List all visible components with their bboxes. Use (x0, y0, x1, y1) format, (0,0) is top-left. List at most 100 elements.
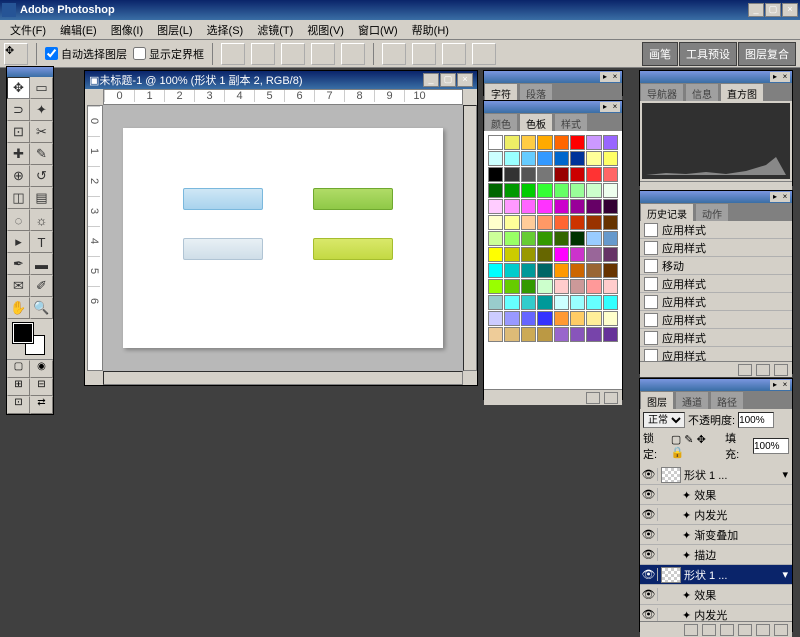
swatch[interactable] (504, 135, 519, 150)
history-item[interactable]: 应用样式 (640, 239, 792, 257)
maximize-button[interactable]: ▢ (765, 3, 781, 17)
swatch[interactable] (488, 215, 503, 230)
folder-icon[interactable] (720, 624, 734, 636)
swatch[interactable] (488, 183, 503, 198)
swatch[interactable] (554, 199, 569, 214)
panel-tab[interactable]: 信息 (685, 83, 719, 101)
move-tool-icon[interactable]: ✥ (4, 43, 28, 65)
quickmask-mode[interactable]: ◉ (30, 360, 53, 378)
swatch[interactable] (521, 215, 536, 230)
swatch[interactable] (586, 247, 601, 262)
panel-menu-icon[interactable]: ▸ (770, 72, 780, 82)
panel-tab[interactable]: 动作 (695, 203, 729, 221)
swatch[interactable] (570, 231, 585, 246)
swatch[interactable] (603, 279, 618, 294)
swatch[interactable] (554, 151, 569, 166)
swatch[interactable] (537, 295, 552, 310)
swatch[interactable] (603, 231, 618, 246)
screen-mode[interactable]: ⊞ (7, 378, 30, 396)
swatch[interactable] (570, 279, 585, 294)
adjust-icon[interactable] (738, 624, 752, 636)
trash-icon[interactable] (774, 364, 788, 376)
swatch[interactable] (504, 167, 519, 182)
swatch[interactable] (554, 327, 569, 342)
swatch[interactable] (554, 295, 569, 310)
screen-mode[interactable]: ⊟ (30, 378, 53, 396)
heal-tool[interactable]: ✚ (7, 143, 30, 165)
swatch[interactable] (603, 247, 618, 262)
opacity-input[interactable] (738, 412, 774, 428)
panel-tab[interactable]: 色板 (519, 113, 553, 131)
swatch[interactable] (537, 183, 552, 198)
swatch[interactable] (603, 151, 618, 166)
swatch[interactable] (554, 311, 569, 326)
swatch[interactable] (586, 327, 601, 342)
trash-icon[interactable] (774, 624, 788, 636)
swatch[interactable] (603, 135, 618, 150)
layer-effect[interactable]: 👁✦ 效果 (640, 585, 792, 605)
swatch[interactable] (537, 167, 552, 182)
history-item[interactable]: 应用样式 (640, 329, 792, 347)
type-tool[interactable]: T (30, 231, 53, 253)
panel-close-icon[interactable]: × (610, 72, 620, 82)
doc-min[interactable]: _ (423, 73, 439, 87)
swatch[interactable] (603, 199, 618, 214)
swatch[interactable] (504, 183, 519, 198)
layer-effect[interactable]: 👁✦ 渐变叠加 (640, 525, 792, 545)
swatch[interactable] (504, 295, 519, 310)
panel-tab[interactable]: 图层 (640, 391, 674, 409)
swatch[interactable] (570, 151, 585, 166)
doc-max[interactable]: ▢ (440, 73, 456, 87)
menu-item[interactable]: 窗口(W) (352, 20, 406, 40)
blend-mode-select[interactable]: 正常 (643, 412, 685, 428)
swatch[interactable] (586, 199, 601, 214)
swatch[interactable] (554, 215, 569, 230)
swatch[interactable] (488, 231, 503, 246)
history-item[interactable]: 应用样式 (640, 275, 792, 293)
pen-tool[interactable]: ✒ (7, 253, 30, 275)
swatch[interactable] (537, 247, 552, 262)
swatch[interactable] (570, 295, 585, 310)
menu-item[interactable]: 视图(V) (301, 20, 352, 40)
trash-icon[interactable] (604, 392, 618, 404)
swatch[interactable] (537, 215, 552, 230)
swatch[interactable] (603, 167, 618, 182)
menu-item[interactable]: 文件(F) (4, 20, 54, 40)
swatch[interactable] (554, 231, 569, 246)
history-item[interactable]: 移动 (640, 257, 792, 275)
swatch[interactable] (488, 311, 503, 326)
panel-close-icon[interactable]: × (780, 380, 790, 390)
mask-icon[interactable] (702, 624, 716, 636)
layer-effect[interactable]: 👁✦ 描边 (640, 545, 792, 565)
swatch[interactable] (521, 263, 536, 278)
swatch[interactable] (586, 263, 601, 278)
color-picker[interactable] (7, 319, 53, 359)
swatch[interactable] (537, 311, 552, 326)
fx-icon[interactable] (684, 624, 698, 636)
swatch[interactable] (586, 167, 601, 182)
gradient-tool[interactable]: ▤ (30, 187, 53, 209)
swatch[interactable] (537, 327, 552, 342)
swatch[interactable] (603, 183, 618, 198)
panel-tab[interactable]: 字符 (484, 83, 518, 101)
wand-tool[interactable]: ✦ (30, 99, 53, 121)
swatch[interactable] (603, 295, 618, 310)
panel-tab[interactable]: 颜色 (484, 113, 518, 131)
jump-button[interactable]: ⇄ (30, 396, 53, 414)
swatch[interactable] (537, 279, 552, 294)
panel-close-icon[interactable]: × (780, 72, 790, 82)
panel-tab[interactable]: 历史记录 (640, 203, 694, 221)
dodge-tool[interactable]: ☼ (30, 209, 53, 231)
swatch[interactable] (521, 247, 536, 262)
swatch[interactable] (570, 183, 585, 198)
panel-close-icon[interactable]: × (610, 102, 620, 112)
swatch[interactable] (488, 135, 503, 150)
swatch[interactable] (603, 327, 618, 342)
swatch[interactable] (586, 279, 601, 294)
slice-tool[interactable]: ✂ (30, 121, 53, 143)
swatch[interactable] (504, 247, 519, 262)
layer-effect[interactable]: 👁✦ 内发光 (640, 605, 792, 621)
new-swatch-icon[interactable] (586, 392, 600, 404)
panel-tab[interactable]: 导航器 (640, 83, 684, 101)
swatch[interactable] (521, 327, 536, 342)
